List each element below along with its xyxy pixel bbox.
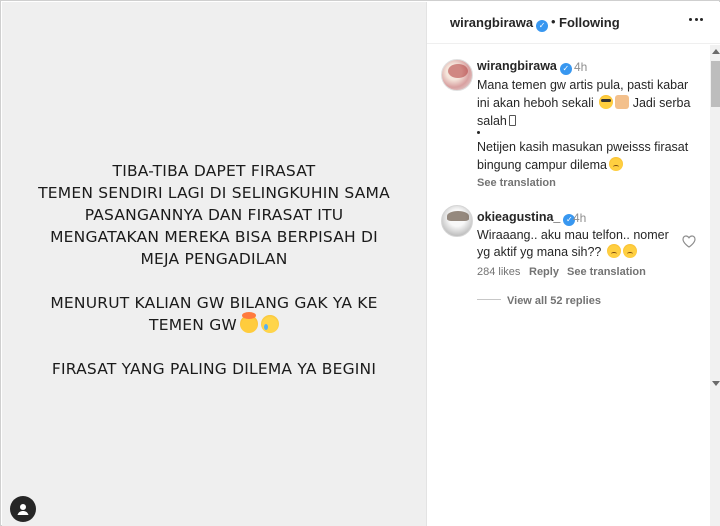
sad-face-emoji-icon (606, 244, 621, 258)
comment-line: Wiraaang.. aku mau telfon.. nomer (477, 228, 669, 242)
post-header: wirangbirawa ✓ • Following (427, 2, 720, 44)
face-in-hands-emoji-icon (615, 95, 630, 109)
cool-face-emoji-icon (599, 95, 614, 109)
sad-face-emoji-icon (608, 157, 623, 171)
header-username[interactable]: wirangbirawa (450, 15, 533, 30)
caption-text: salah (477, 114, 507, 128)
caption-line-with-emoji: salah (477, 112, 516, 130)
window-frame: TIBA-TIBA DAPET FIRASAT TEMEN SENDIRI LA… (0, 0, 720, 526)
user-circle-icon[interactable] (10, 496, 36, 522)
see-translation-link[interactable]: See translation (567, 266, 646, 278)
view-replies-line (477, 299, 501, 300)
sad-face-emoji-icon (622, 244, 637, 258)
scroll-up-arrow-icon[interactable] (712, 49, 720, 54)
post-line: MENURUT KALIAN GW BILANG GAK YA KE (50, 294, 378, 312)
comment-likes[interactable]: 284 likes (477, 266, 520, 278)
following-button[interactable]: Following (559, 15, 620, 30)
comment-text: yg aktif yg mana sih?? (477, 245, 602, 259)
reply-button[interactable]: Reply (529, 266, 559, 278)
exploding-head-emoji-icon (239, 312, 258, 333)
caption-text: Jadi serba (632, 96, 691, 110)
comment-time[interactable]: 4h (573, 211, 586, 225)
scroll-down-arrow-icon[interactable] (712, 381, 720, 386)
comment-username[interactable]: okieagustina_ (477, 210, 560, 224)
more-options-icon[interactable] (689, 18, 703, 22)
caption-username[interactable]: wirangbirawa (477, 59, 557, 73)
scrollbar[interactable] (710, 45, 720, 526)
caption-username-link[interactable]: wirangbirawa ✓ (477, 59, 572, 75)
missing-glyph-icon (508, 115, 516, 126)
post-line: TEMEN SENDIRI LAGI DI SELINGKUHIN SAMA (38, 184, 390, 202)
caption-text: ini akan heboh sekali (477, 96, 594, 110)
caption-line-with-emoji: bingung campur dilema (477, 156, 623, 174)
post-line: TEMEN GW (149, 316, 237, 334)
post-line-with-emoji: TEMEN GW (2, 312, 426, 336)
heart-icon[interactable] (682, 235, 696, 248)
comment-username-link[interactable]: okieagustina_ ✓ (477, 210, 576, 226)
verified-icon: ✓ (536, 20, 549, 32)
bullet-dot (477, 131, 480, 134)
scroll-thumb[interactable] (711, 61, 720, 107)
header-username-link[interactable]: wirangbirawa ✓ (450, 15, 549, 32)
caption-time[interactable]: 4h (574, 60, 587, 74)
caption-line: Netijen kasih masukan pweisss firasat (477, 140, 689, 154)
smiling-tear-emoji-icon (260, 315, 279, 333)
post-line: FIRASAT YANG PALING DILEMA YA BEGINI (51, 360, 377, 378)
see-translation-link[interactable]: See translation (477, 177, 556, 189)
post-image: TIBA-TIBA DAPET FIRASAT TEMEN SENDIRI LA… (2, 2, 426, 526)
comments-scroll-area[interactable]: wirangbirawa ✓ 4h Mana temen gw artis pul… (427, 45, 710, 526)
comments-panel: wirangbirawa ✓ • Following wirangbirawa ✓ … (426, 2, 720, 526)
caption-line: Mana temen gw artis pula, pasti kabar (477, 78, 689, 92)
view-all-replies-button[interactable]: View all 52 replies (507, 295, 601, 307)
avatar[interactable] (441, 205, 473, 237)
comment-line-with-emoji: yg aktif yg mana sih?? (477, 243, 637, 261)
caption-line-with-emoji: ini akan heboh sekali Jadi serba (477, 94, 690, 112)
caption-text: bingung campur dilema (477, 158, 607, 172)
verified-icon: ✓ (559, 63, 572, 75)
post-line: MEJA PENGADILAN (140, 250, 288, 268)
avatar[interactable] (441, 59, 473, 91)
post-line: MENGATAKAN MEREKA BISA BERPISAH DI (50, 228, 378, 246)
separator-dot: • (551, 14, 556, 29)
post-line: PASANGANNYA DAN FIRASAT ITU (84, 206, 344, 224)
post-line: TIBA-TIBA DAPET FIRASAT (112, 162, 316, 180)
